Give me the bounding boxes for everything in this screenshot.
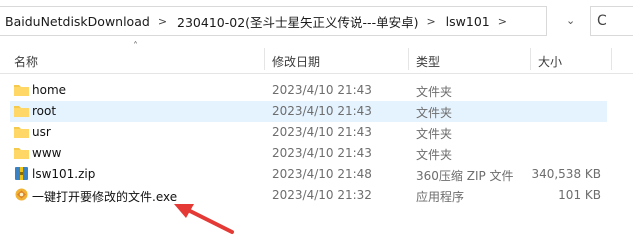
file-row-root[interactable]: root 2023/4/10 21:43 文件夹 xyxy=(10,101,607,122)
file-name: lsw101.zip xyxy=(32,167,96,181)
file-row-home[interactable]: home 2023/4/10 21:43 文件夹 xyxy=(10,80,607,101)
folder-icon xyxy=(14,127,29,138)
file-row-www[interactable]: www 2023/4/10 21:43 文件夹 xyxy=(10,143,607,164)
column-divider[interactable] xyxy=(264,48,265,70)
address-bar: BaiduNetdiskDownload > 230410-02(圣斗士星矢正义… xyxy=(0,0,633,40)
file-type: 文件夹 xyxy=(416,85,453,99)
file-name: www xyxy=(32,146,62,160)
annotation-arrow-icon xyxy=(174,204,234,234)
file-type: 文件夹 xyxy=(416,106,453,120)
file-name: 一键打开要修改的文件.exe xyxy=(32,190,178,204)
column-divider[interactable] xyxy=(530,48,531,70)
file-type: 应用程序 xyxy=(416,190,465,204)
column-divider[interactable] xyxy=(408,48,409,70)
file-modified: 2023/4/10 21:48 xyxy=(272,167,372,181)
file-modified: 2023/4/10 21:43 xyxy=(272,83,372,97)
file-row-exe[interactable]: 一键打开要修改的文件.exe 2023/4/10 21:32 应用程序 101 … xyxy=(10,185,607,206)
file-type: 360压缩 ZIP 文件 xyxy=(416,169,514,183)
file-row-usr[interactable]: usr 2023/4/10 21:43 文件夹 xyxy=(10,122,607,143)
file-type: 文件夹 xyxy=(416,148,453,162)
breadcrumb-separator[interactable]: > xyxy=(154,15,171,28)
file-name: usr xyxy=(32,125,51,139)
column-header-size[interactable]: 大小 xyxy=(538,53,562,70)
column-header: ˄ 名称 修改日期 类型 大小 xyxy=(0,41,633,74)
column-header-modified[interactable]: 修改日期 xyxy=(272,53,320,70)
column-divider[interactable] xyxy=(611,48,612,70)
folder-icon xyxy=(14,106,29,117)
refresh-button[interactable]: C xyxy=(590,6,633,36)
file-modified: 2023/4/10 21:43 xyxy=(272,125,372,139)
refresh-icon: C xyxy=(597,13,607,29)
breadcrumb-item-baidunetdiskdownload[interactable]: BaiduNetdiskDownload xyxy=(0,14,154,29)
file-type: 文件夹 xyxy=(416,127,453,141)
file-modified: 2023/4/10 21:32 xyxy=(272,188,372,202)
breadcrumb-item-lsw101[interactable]: lsw101 xyxy=(440,14,494,29)
breadcrumb[interactable]: BaiduNetdiskDownload > 230410-02(圣斗士星矢正义… xyxy=(0,6,547,36)
file-modified: 2023/4/10 21:43 xyxy=(272,146,372,160)
column-header-name[interactable]: 名称 xyxy=(14,53,38,70)
file-size: 101 KB xyxy=(558,188,601,202)
breadcrumb-item-230410-02[interactable]: 230410-02(圣斗士星矢正义传说---单安卓) xyxy=(171,12,422,31)
file-name: root xyxy=(32,104,57,118)
column-header-type[interactable]: 类型 xyxy=(416,53,440,70)
zip-icon xyxy=(15,167,28,180)
address-history-dropdown-icon[interactable]: ⌄ xyxy=(566,14,575,27)
file-row-lsw101-zip[interactable]: lsw101.zip 2023/4/10 21:48 360压缩 ZIP 文件 … xyxy=(10,164,607,185)
folder-icon xyxy=(14,148,29,159)
sort-ascending-icon: ˄ xyxy=(133,41,138,52)
breadcrumb-separator[interactable]: > xyxy=(494,15,511,28)
breadcrumb-separator[interactable]: > xyxy=(422,15,439,28)
file-size: 340,538 KB xyxy=(531,167,601,181)
folder-icon xyxy=(14,85,29,96)
file-name: home xyxy=(32,83,67,97)
exe-icon xyxy=(15,188,28,201)
file-modified: 2023/4/10 21:43 xyxy=(272,104,372,118)
